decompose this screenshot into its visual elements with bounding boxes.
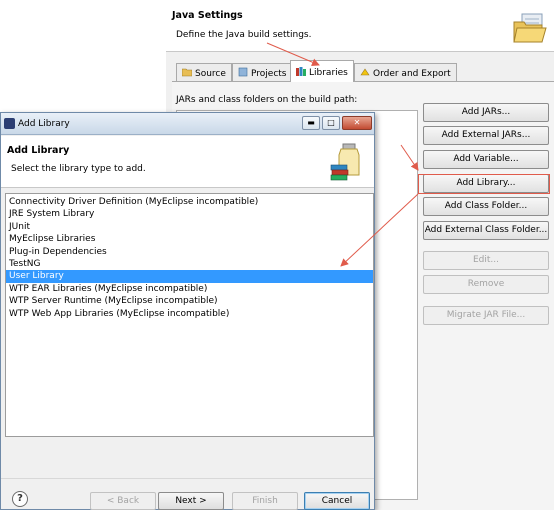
close-button[interactable]: ✕: [342, 116, 372, 130]
list-item[interactable]: JUnit: [6, 221, 373, 233]
list-item[interactable]: WTP EAR Libraries (MyEclipse incompatibl…: [6, 283, 373, 295]
add-external-jars-button[interactable]: Add External JARs...: [423, 126, 549, 145]
page-title: Java Settings: [172, 10, 243, 21]
add-class-folder-button[interactable]: Add Class Folder...: [423, 197, 549, 216]
dialog-heading: Add Library: [7, 145, 70, 156]
migrate-jar-button[interactable]: Migrate JAR File...: [423, 306, 549, 325]
minimize-icon: ▬: [307, 118, 315, 127]
order-export-icon: [360, 67, 370, 77]
tab-label: Order and Export: [373, 69, 451, 79]
remove-button[interactable]: Remove: [423, 275, 549, 294]
tab-order-export[interactable]: Order and Export: [354, 63, 457, 81]
tab-label: Source: [195, 69, 226, 79]
dialog-window-title: Add Library: [18, 119, 70, 129]
projects-icon: [238, 67, 248, 77]
library-type-list[interactable]: Connectivity Driver Definition (MyEclips…: [5, 193, 374, 437]
tab-label: Projects: [251, 69, 287, 79]
edit-button[interactable]: Edit...: [423, 251, 549, 270]
list-item[interactable]: JRE System Library: [6, 208, 373, 220]
maximize-icon: □: [327, 118, 335, 127]
list-item[interactable]: WTP Web App Libraries (MyEclipse incompa…: [6, 308, 373, 320]
page-description: Define the Java build settings.: [176, 30, 312, 40]
help-button[interactable]: ?: [12, 491, 28, 507]
source-folder-icon: [181, 67, 193, 77]
minimize-button[interactable]: ▬: [302, 116, 320, 130]
list-item[interactable]: Plug-in Dependencies: [6, 246, 373, 258]
tab-label: Libraries: [309, 68, 348, 78]
list-item[interactable]: MyEclipse Libraries: [6, 233, 373, 245]
tab-source[interactable]: Source: [176, 63, 232, 81]
add-library-highlight: [418, 174, 550, 194]
list-item-selected[interactable]: User Library: [6, 270, 373, 283]
back-button[interactable]: < Back: [90, 492, 156, 510]
add-jars-button[interactable]: Add JARs...: [423, 103, 549, 122]
libraries-icon: [296, 66, 306, 76]
dialog-subtitle: Select the library type to add.: [11, 164, 146, 174]
library-jar-icon: [330, 143, 360, 181]
list-item[interactable]: TestNG: [6, 258, 373, 270]
eclipse-icon: [4, 118, 15, 129]
list-item[interactable]: WTP Server Runtime (MyEclipse incompatib…: [6, 295, 373, 307]
list-item[interactable]: Connectivity Driver Definition (MyEclips…: [6, 196, 373, 208]
add-variable-button[interactable]: Add Variable...: [423, 150, 549, 169]
tab-projects[interactable]: Projects: [232, 63, 293, 81]
wizard-header: Java Settings Define the Java build sett…: [166, 0, 554, 52]
dialog-header: Add Library Select the library type to a…: [1, 136, 374, 188]
maximize-button[interactable]: □: [322, 116, 340, 130]
tab-libraries[interactable]: Libraries: [290, 60, 354, 82]
finish-button[interactable]: Finish: [232, 492, 298, 510]
cancel-button[interactable]: Cancel: [304, 492, 370, 510]
add-library-dialog: Add Library ▬ □ ✕ Add Library Select the…: [0, 112, 375, 510]
close-icon: ✕: [353, 118, 361, 127]
dialog-titlebar[interactable]: Add Library ▬ □ ✕: [1, 113, 374, 135]
build-path-label: JARs and class folders on the build path…: [176, 95, 358, 105]
open-folder-icon: [513, 13, 547, 43]
footer-divider: [1, 478, 374, 479]
next-button[interactable]: Next >: [158, 492, 224, 510]
add-external-class-folder-button[interactable]: Add External Class Folder...: [423, 221, 549, 240]
